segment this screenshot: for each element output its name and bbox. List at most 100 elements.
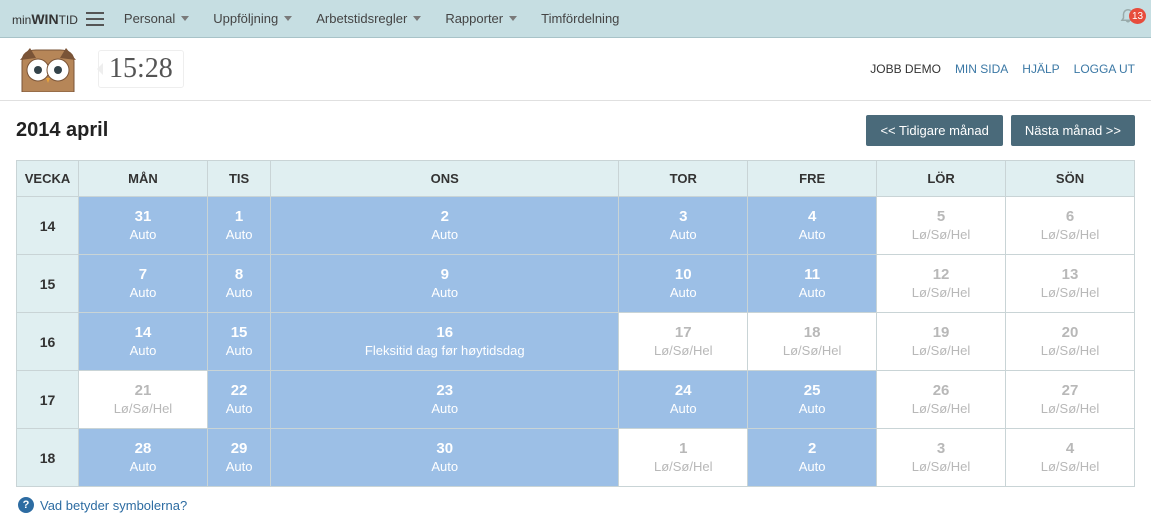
cal-day-cell[interactable]: 8Auto: [207, 255, 270, 313]
cal-header-fre: FRE: [748, 161, 877, 197]
cal-day-cell[interactable]: 25Auto: [748, 371, 877, 429]
cal-day-cell[interactable]: 2Auto: [748, 429, 877, 487]
day-number: 23: [271, 382, 618, 399]
sub-header: 15:28 JOBB DEMO MIN SIDA HJÄLP LOGGA UT: [0, 38, 1151, 101]
day-number: 27: [1006, 382, 1134, 399]
day-label: Auto: [748, 227, 876, 243]
symbols-help[interactable]: ? Vad betyder symbolerna?: [0, 487, 1151, 523]
brand: minWINTID: [12, 11, 78, 27]
cal-week-row: 157Auto8Auto9Auto10Auto11Auto12Lø/Sø/Hel…: [17, 255, 1135, 313]
day-number: 10: [619, 266, 747, 283]
cal-day-cell[interactable]: 21Lø/Sø/Hel: [79, 371, 208, 429]
day-number: 12: [877, 266, 1005, 283]
day-number: 7: [79, 266, 207, 283]
cal-day-cell[interactable]: 19Lø/Sø/Hel: [877, 313, 1006, 371]
nav-item-label: Rapporter: [445, 11, 503, 26]
cal-header-ons: ONS: [271, 161, 619, 197]
cal-day-cell[interactable]: 15Auto: [207, 313, 270, 371]
notification-badge: 13: [1129, 8, 1146, 24]
day-number: 30: [271, 440, 618, 457]
nav-item-label: Arbetstidsregler: [316, 11, 407, 26]
cal-day-cell[interactable]: 18Lø/Sø/Hel: [748, 313, 877, 371]
user-bar: JOBB DEMO MIN SIDA HJÄLP LOGGA UT: [870, 62, 1135, 76]
day-label: Lø/Sø/Hel: [1006, 401, 1134, 417]
day-label: Lø/Sø/Hel: [1006, 343, 1134, 359]
day-label: Auto: [208, 401, 270, 417]
day-number: 15: [208, 324, 270, 341]
day-label: Lø/Sø/Hel: [877, 459, 1005, 475]
day-number: 4: [748, 208, 876, 225]
nav-item-label: Timfördelning: [541, 11, 619, 26]
cal-day-cell[interactable]: 1Auto: [207, 197, 270, 255]
cal-day-cell[interactable]: 14Auto: [79, 313, 208, 371]
nav-item-uppföljning[interactable]: Uppföljning: [213, 11, 292, 26]
day-number: 11: [748, 266, 876, 283]
cal-day-cell[interactable]: 2Auto: [271, 197, 619, 255]
nav-item-arbetstidsregler[interactable]: Arbetstidsregler: [316, 11, 421, 26]
week-number: 16: [17, 313, 79, 371]
day-label: Auto: [619, 401, 747, 417]
cal-day-cell[interactable]: 4Lø/Sø/Hel: [1006, 429, 1135, 487]
cal-day-cell[interactable]: 16Fleksitid dag før høytidsdag: [271, 313, 619, 371]
cal-day-cell[interactable]: 9Auto: [271, 255, 619, 313]
week-number: 15: [17, 255, 79, 313]
chevron-down-icon: [413, 16, 421, 21]
cal-day-cell[interactable]: 24Auto: [619, 371, 748, 429]
cal-day-cell[interactable]: 13Lø/Sø/Hel: [1006, 255, 1135, 313]
cal-day-cell[interactable]: 22 Auto: [207, 371, 270, 429]
top-nav: minWINTID Personal Uppföljning Arbetstidsr…: [0, 0, 1151, 38]
menu-icon[interactable]: [86, 12, 104, 26]
day-label: Auto: [271, 285, 618, 301]
cal-day-cell[interactable]: 28Auto: [79, 429, 208, 487]
day-label: Lø/Sø/Hel: [877, 227, 1005, 243]
day-number: 17: [619, 324, 747, 341]
cal-day-cell[interactable]: 3Auto: [619, 197, 748, 255]
cal-day-cell[interactable]: 3Lø/Sø/Hel: [877, 429, 1006, 487]
cal-day-cell[interactable]: 7Auto: [79, 255, 208, 313]
cal-day-cell[interactable]: 10 Auto: [619, 255, 748, 313]
symbols-help-link[interactable]: Vad betyder symbolerna?: [40, 498, 187, 513]
logout-link[interactable]: LOGGA UT: [1074, 62, 1135, 76]
cal-day-cell[interactable]: 29Auto: [207, 429, 270, 487]
day-number: 13: [1006, 266, 1134, 283]
day-label: Auto: [748, 401, 876, 417]
chevron-down-icon: [509, 16, 517, 21]
next-month-button[interactable]: Nästa månad >>: [1011, 115, 1135, 146]
my-page-link[interactable]: MIN SIDA: [955, 62, 1008, 76]
notifications-button[interactable]: 13: [1119, 6, 1137, 27]
nav-item-personal[interactable]: Personal: [124, 11, 189, 26]
day-number: 20: [1006, 324, 1134, 341]
cal-day-cell[interactable]: 23Auto: [271, 371, 619, 429]
cal-day-cell[interactable]: 6Lø/Sø/Hel: [1006, 197, 1135, 255]
cal-day-cell[interactable]: 12 Lø/Sø/Hel: [877, 255, 1006, 313]
day-number: 1: [619, 440, 747, 457]
week-number: 18: [17, 429, 79, 487]
day-label: Lø/Sø/Hel: [877, 285, 1005, 301]
cal-day-cell[interactable]: 11Auto: [748, 255, 877, 313]
day-number: 16: [271, 324, 618, 341]
cal-day-cell[interactable]: 30Auto: [271, 429, 619, 487]
cal-day-cell[interactable]: 17Lø/Sø/Hel: [619, 313, 748, 371]
day-number: 2: [748, 440, 876, 457]
day-number: 5: [877, 208, 1005, 225]
help-link[interactable]: HJÄLP: [1022, 62, 1059, 76]
day-number: 22: [208, 382, 270, 399]
prev-month-button[interactable]: << Tidigare månad: [866, 115, 1002, 146]
page-title: 2014 april: [16, 119, 108, 142]
cal-day-cell[interactable]: 20 Lø/Sø/Hel: [1006, 313, 1135, 371]
cal-day-cell[interactable]: 4 Auto: [748, 197, 877, 255]
nav-item-rapporter[interactable]: Rapporter: [445, 11, 517, 26]
nav-item-timfördelning[interactable]: Timfördelning: [541, 11, 619, 26]
cal-day-cell[interactable]: 31Auto: [79, 197, 208, 255]
day-label: Lø/Sø/Hel: [748, 343, 876, 359]
nav-item-label: Personal: [124, 11, 175, 26]
cal-day-cell[interactable]: 27 Lø/Sø/Hel: [1006, 371, 1135, 429]
cal-day-cell[interactable]: 1Lø/Sø/Hel: [619, 429, 748, 487]
cal-day-cell[interactable]: 5 Lø/Sø/Hel: [877, 197, 1006, 255]
day-number: 14: [79, 324, 207, 341]
nav-item-label: Uppföljning: [213, 11, 278, 26]
day-label: Auto: [619, 285, 747, 301]
day-label: Lø/Sø/Hel: [79, 401, 207, 417]
cal-day-cell[interactable]: 26Lø/Sø/Hel: [877, 371, 1006, 429]
user-job-label: JOBB DEMO: [870, 62, 941, 76]
